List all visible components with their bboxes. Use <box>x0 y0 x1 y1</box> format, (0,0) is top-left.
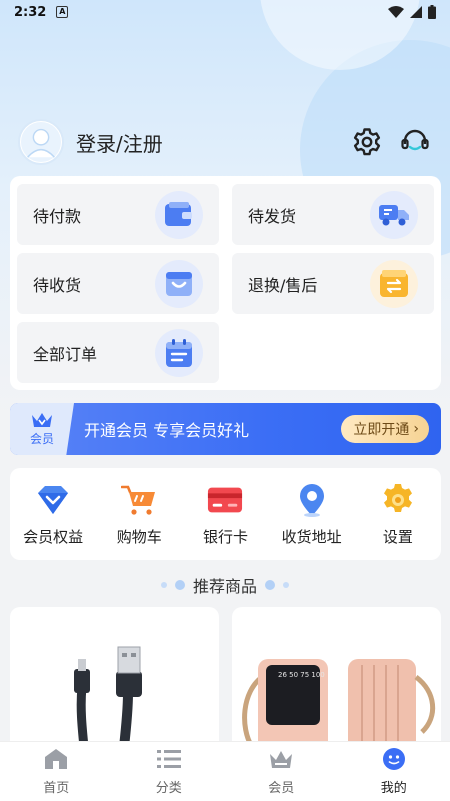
member-banner[interactable]: 会员 开通会员 专享会员好礼 立即开通 › <box>10 403 441 455</box>
orders-card: 待付款 待发货 待收货 退换/售后 全部订单 <box>10 176 441 390</box>
tool-settings[interactable]: 设置 <box>356 482 440 547</box>
product-card[interactable]: 26 50 75 100 <box>232 607 441 747</box>
status-time: 2:32 <box>14 4 47 20</box>
tab-member[interactable]: 会员 <box>225 742 338 801</box>
member-promo-text: 开通会员 专享会员好礼 <box>84 421 250 440</box>
home-icon <box>44 747 68 771</box>
tab-label: 首页 <box>43 781 70 796</box>
battery-icon <box>428 5 436 19</box>
power-bank-image: 26 50 75 100 <box>242 659 436 747</box>
decor-dot <box>283 582 289 588</box>
tool-label: 会员权益 <box>23 527 84 546</box>
order-label: 退换/售后 <box>248 275 318 295</box>
decor-dot <box>160 582 167 588</box>
tool-label: 收货地址 <box>281 527 342 546</box>
tab-mine[interactable]: 我的 <box>338 742 450 801</box>
location-icon <box>294 482 330 518</box>
order-pending-shipment[interactable]: 待发货 <box>232 184 434 245</box>
notification-icon: A <box>56 6 69 18</box>
tool-cart[interactable]: 购物车 <box>97 482 181 547</box>
tool-label: 设置 <box>382 527 413 546</box>
status-bar: 2:32 A <box>0 0 450 24</box>
recommend-title: 推荐商品 <box>0 572 450 598</box>
truck-icon <box>370 190 418 239</box>
recommend-title-text: 推荐商品 <box>192 577 257 596</box>
crown-icon <box>269 747 293 771</box>
tool-member-benefits[interactable]: 会员权益 <box>11 482 95 547</box>
crown-icon <box>32 412 52 427</box>
tools-card: 会员权益 购物车 银行卡 收货地址 设置 <box>10 468 441 560</box>
open-membership-button[interactable]: 立即开通 › <box>341 415 429 443</box>
order-pending-receipt[interactable]: 待收货 <box>17 253 219 314</box>
member-badge: 会员 <box>10 403 74 455</box>
exchange-icon <box>370 259 418 308</box>
tool-shipping-address[interactable]: 收货地址 <box>270 482 354 547</box>
usb-cable-image <box>74 646 142 747</box>
product-card[interactable] <box>10 607 219 747</box>
tool-bank-card[interactable]: 银行卡 <box>183 482 267 547</box>
order-return-after-sale[interactable]: 退换/售后 <box>232 253 434 314</box>
cart-icon <box>121 482 157 518</box>
profile-header: 登录/注册 <box>18 118 438 166</box>
tool-label: 购物车 <box>116 527 162 546</box>
product-grid: 26 50 75 100 <box>10 607 441 747</box>
svg-text:26 50 75 100: 26 50 75 100 <box>278 671 325 679</box>
settings-gear-icon <box>380 482 416 518</box>
member-badge-label: 会员 <box>29 431 54 446</box>
decor-dot <box>265 580 275 590</box>
wifi-icon <box>388 6 404 18</box>
order-label: 待收货 <box>33 275 82 295</box>
login-register-link[interactable]: 登录/注册 <box>76 128 163 157</box>
order-label: 待付款 <box>33 206 82 226</box>
open-membership-label: 立即开通 <box>353 422 410 438</box>
tool-label: 银行卡 <box>202 527 248 546</box>
wallet-icon <box>155 190 203 239</box>
order-label: 全部订单 <box>33 344 98 364</box>
bottom-tab-bar: 首页 分类 会员 我的 <box>0 741 450 801</box>
order-all[interactable]: 全部订单 <box>17 322 219 383</box>
tab-label: 会员 <box>268 781 295 796</box>
avatar[interactable] <box>18 119 64 165</box>
tab-category[interactable]: 分类 <box>113 742 226 801</box>
category-list-icon <box>156 747 181 771</box>
tab-label: 分类 <box>155 781 182 796</box>
settings-gear-icon[interactable] <box>350 125 384 159</box>
order-label: 待发货 <box>248 206 297 226</box>
smiley-icon <box>382 747 406 771</box>
chevron-right-icon: › <box>413 421 419 437</box>
user-avatar-icon <box>20 121 62 163</box>
bank-card-icon <box>207 482 243 518</box>
decor-dot <box>174 580 185 590</box>
box-icon <box>155 259 203 308</box>
order-pending-payment[interactable]: 待付款 <box>17 184 219 245</box>
customer-service-icon[interactable] <box>398 125 432 159</box>
signal-icon <box>410 6 422 18</box>
tab-home[interactable]: 首页 <box>0 742 113 801</box>
calendar-list-icon <box>155 328 203 377</box>
tab-label: 我的 <box>380 781 407 796</box>
diamond-icon <box>35 482 71 518</box>
